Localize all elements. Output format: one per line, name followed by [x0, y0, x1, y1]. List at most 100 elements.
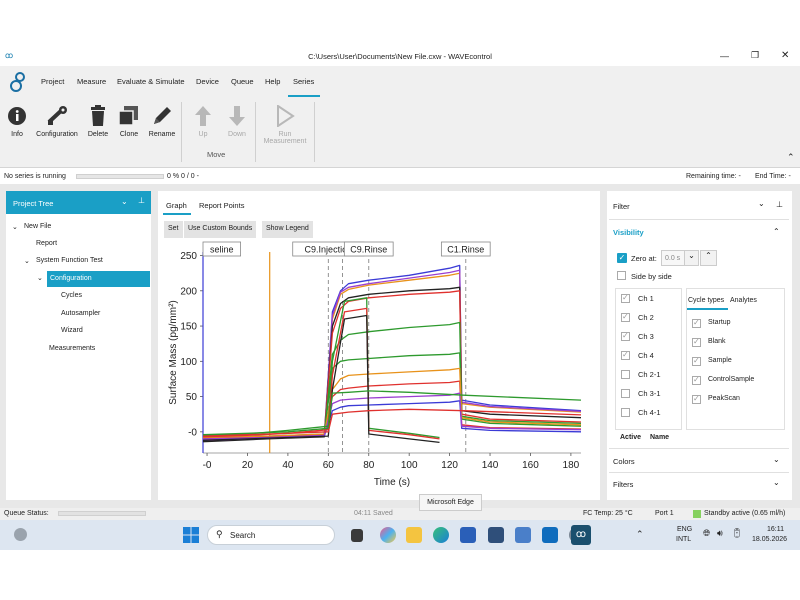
file-explorer-icon[interactable]	[406, 527, 422, 543]
cycle-type-checkbox-sample[interactable]	[692, 356, 701, 366]
copilot-icon[interactable]	[380, 527, 396, 543]
app-icon-cube[interactable]	[488, 527, 504, 543]
volume-icon[interactable]: 🔊︎	[717, 528, 723, 539]
filter-pin-icon[interactable]: ⊥	[776, 200, 783, 209]
taskbar-search-text: Search	[230, 531, 256, 540]
colors-section[interactable]: Colors ⌄	[609, 448, 789, 472]
cycle-type-checkbox-peakscan[interactable]	[692, 394, 701, 404]
set-button[interactable]: Set	[164, 221, 183, 238]
filter-chevron-down-icon[interactable]: ⌄	[758, 199, 765, 208]
language-line-1[interactable]: ENG	[677, 526, 692, 533]
tree-expander-new-file[interactable]: ⌄	[12, 223, 18, 231]
tree-item-measurements[interactable]: Measurements	[49, 345, 95, 352]
up-label: Up	[198, 131, 208, 138]
store-icon[interactable]	[460, 527, 476, 543]
tree-item-report[interactable]: Report	[36, 240, 57, 247]
channel-checkbox-ch4-1[interactable]	[621, 408, 630, 417]
zero-at-increment-button[interactable]: ⌃	[700, 250, 717, 266]
clone-button[interactable]: Clone	[117, 104, 141, 138]
channel-checkbox-ch2-1[interactable]	[621, 370, 630, 379]
restore-button[interactable]: ❐	[751, 50, 759, 61]
filters-chevron-down-icon[interactable]: ⌄	[773, 478, 780, 487]
channel-checkbox-ch1[interactable]	[621, 293, 630, 303]
column-name[interactable]: Name	[650, 434, 669, 441]
run-measurement-button[interactable]: Run Measurement	[260, 104, 310, 145]
series-line	[202, 286, 582, 443]
menu-measure[interactable]: Measure	[77, 77, 106, 86]
app-icon-package[interactable]	[515, 527, 531, 543]
pin-icon[interactable]: ⊥	[138, 196, 145, 205]
channel-checkbox-ch3[interactable]	[621, 331, 630, 341]
cycle-type-checkbox-blank[interactable]	[692, 337, 701, 347]
y-tick-label: 150	[180, 322, 197, 333]
tab-graph[interactable]: Graph	[166, 201, 187, 210]
tab-report-points[interactable]: Report Points	[199, 201, 244, 210]
use-custom-bounds-button[interactable]: Use Custom Bounds	[184, 221, 257, 238]
zero-at-decrement-button[interactable]: ⌄	[684, 250, 699, 266]
tree-item-wizard[interactable]: Wizard	[61, 327, 83, 334]
collapse-ribbon-chevron-icon[interactable]: ⌃	[787, 152, 795, 163]
zero-at-checkbox[interactable]: ✓	[617, 253, 627, 263]
cycle-type-checkbox-startup[interactable]	[692, 318, 701, 328]
tree-item-configuration[interactable]: Configuration	[50, 275, 92, 282]
cycle-type-checkbox-controlsample[interactable]	[692, 375, 701, 385]
tab-analytes[interactable]: Analytes	[730, 297, 757, 304]
language-line-2[interactable]: INTL	[676, 536, 691, 543]
clone-label: Clone	[119, 131, 139, 138]
chevron-up-icon[interactable]: ⌃	[773, 227, 780, 236]
clock-time[interactable]: 16:11	[767, 526, 784, 533]
clock-date[interactable]: 18.05.2026	[752, 536, 787, 543]
channel-checkbox-ch3-1[interactable]	[621, 389, 630, 398]
outlook-icon[interactable]	[542, 527, 558, 543]
channel-label-ch3-1: Ch 3-1	[638, 389, 661, 398]
up-button[interactable]: Up	[192, 104, 214, 138]
column-active[interactable]: Active	[620, 434, 641, 441]
tab-cycle-types[interactable]: Cycle types	[688, 297, 724, 304]
chevron-down-icon[interactable]: ⌄	[121, 197, 128, 206]
series-line	[202, 314, 440, 444]
battery-icon[interactable]: 🔋︎	[731, 528, 742, 539]
down-button[interactable]: Down	[224, 104, 250, 138]
taskbar-tooltip: Microsoft Edge	[419, 494, 482, 511]
tree-expander-configuration[interactable]: ⌄	[37, 274, 43, 282]
queue-status-label: Queue Status:	[4, 510, 49, 517]
taskbar-search-box[interactable]: ⚲ Search	[207, 525, 335, 545]
tray-chevron-up-icon[interactable]: ⌃	[636, 529, 644, 540]
side-by-side-checkbox[interactable]	[617, 271, 626, 280]
windows-start-icon[interactable]	[183, 527, 199, 543]
tree-item-autosampler[interactable]: Autosampler	[61, 310, 100, 317]
visibility-label: Visibility	[613, 228, 644, 237]
minimize-button[interactable]: —	[720, 51, 729, 61]
weather-widget-icon[interactable]	[14, 528, 27, 541]
channel-label-ch4: Ch 4	[638, 351, 654, 360]
delete-button[interactable]: Delete	[86, 104, 110, 138]
channel-checkbox-ch4[interactable]	[621, 350, 630, 360]
move-group-label: Move	[207, 150, 226, 159]
menu-series[interactable]: Series	[293, 77, 314, 86]
menu-queue[interactable]: Queue	[231, 77, 254, 86]
tree-item-new-file[interactable]: New File	[24, 223, 51, 230]
visibility-header[interactable]: Visibility ⌃	[609, 219, 789, 243]
tree-expander-system-function-test[interactable]: ⌄	[24, 257, 30, 265]
wavecontrol-taskbar-button[interactable]: ꝏ	[571, 525, 591, 545]
close-button[interactable]: ✕	[781, 50, 789, 61]
menu-device[interactable]: Device	[196, 77, 219, 86]
edge-icon[interactable]	[433, 527, 449, 543]
info-button[interactable]: Info	[6, 104, 28, 138]
menu-evaluate-simulate[interactable]: Evaluate & Simulate	[117, 77, 185, 86]
task-view-icon[interactable]	[351, 529, 363, 542]
network-icon[interactable]: 🌐︎	[703, 528, 710, 539]
tree-item-cycles[interactable]: Cycles	[61, 292, 82, 299]
tree-item-system-function-test[interactable]: System Function Test	[36, 257, 103, 264]
rename-button[interactable]: Rename	[147, 104, 177, 138]
colors-chevron-down-icon[interactable]: ⌄	[773, 455, 780, 464]
arrow-down-icon	[229, 106, 245, 126]
show-legend-button[interactable]: Show Legend	[262, 221, 313, 238]
filters-section[interactable]: Filters ⌄	[609, 472, 789, 496]
configuration-button[interactable]: Configuration	[33, 104, 81, 138]
channel-label-ch4-1: Ch 4-1	[638, 408, 661, 417]
sensorgram-chart[interactable]: -0 50 100 150 200 250 -0 20 40 60 80 100 120 140 160 18…	[160, 238, 596, 496]
menu-project[interactable]: Project	[41, 77, 64, 86]
menu-help[interactable]: Help	[265, 77, 280, 86]
channel-checkbox-ch2[interactable]	[621, 312, 630, 322]
